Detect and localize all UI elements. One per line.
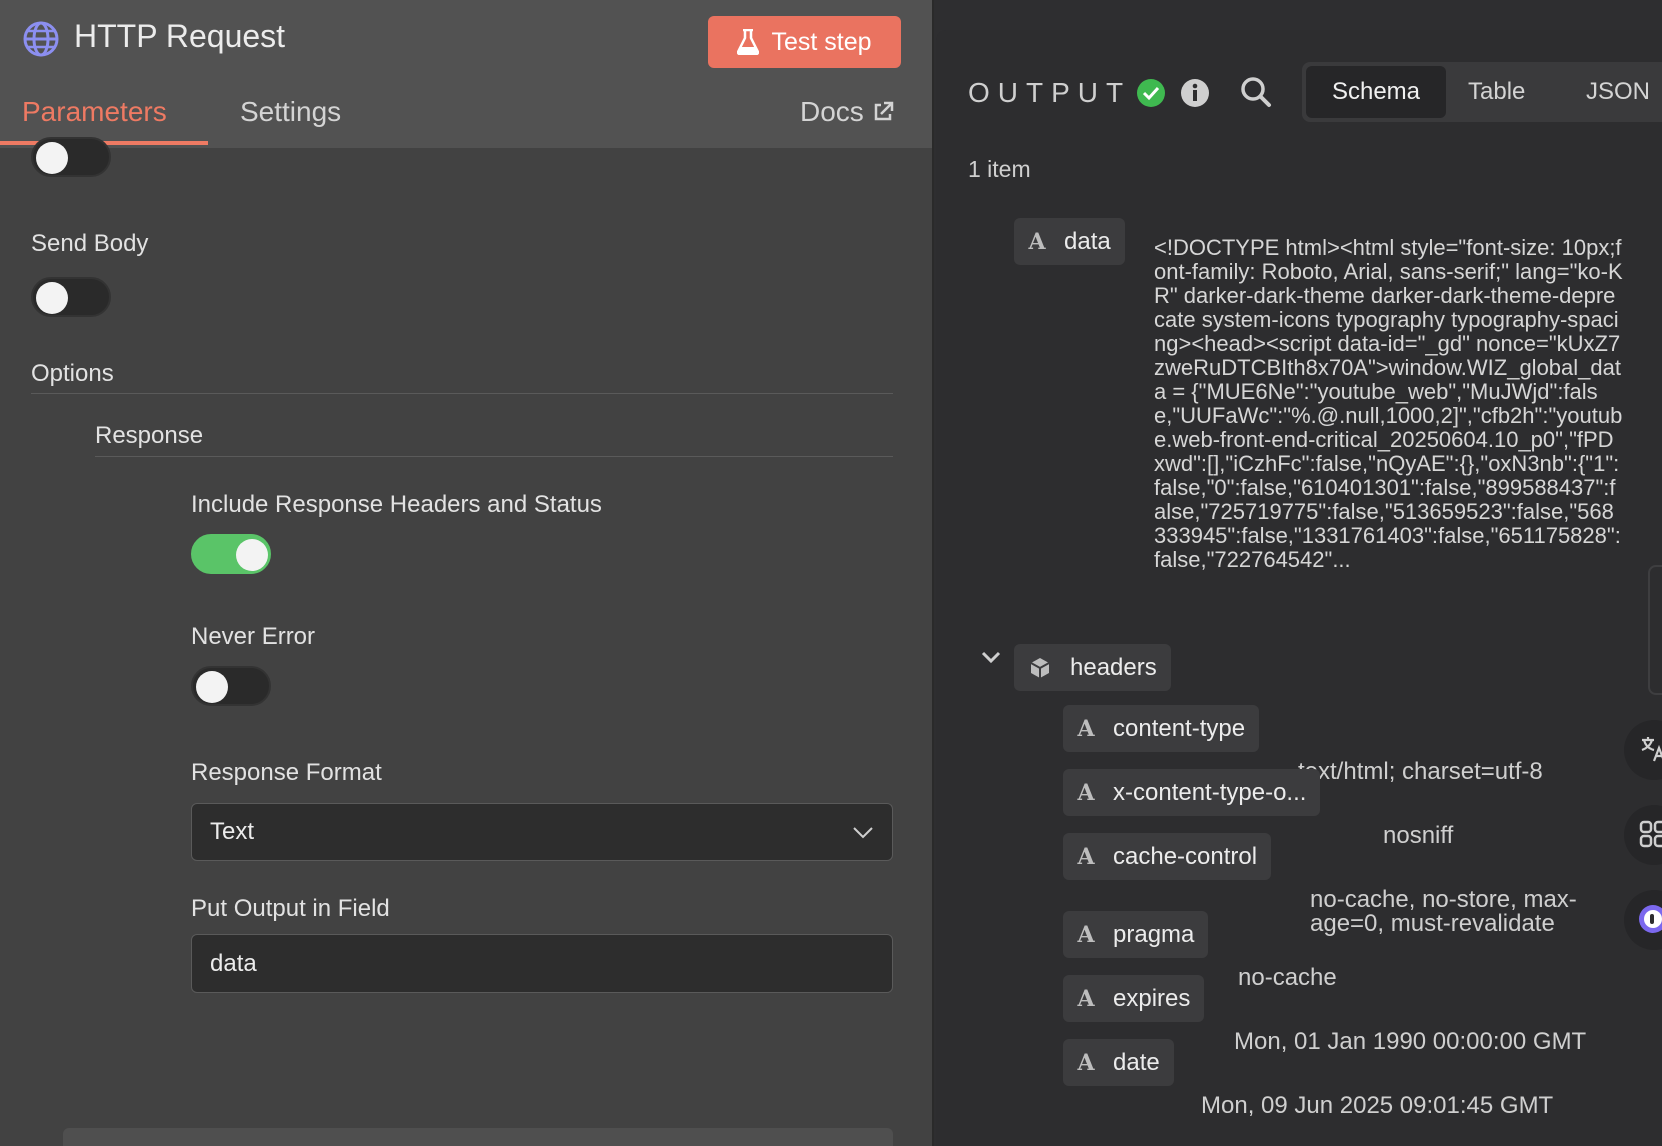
scrollbar[interactable] [1648, 565, 1662, 695]
never-error-toggle[interactable] [191, 666, 271, 706]
include-headers-label: Include Response Headers and Status [191, 491, 602, 518]
assistant-icon [1639, 905, 1662, 933]
tab-table[interactable]: Table [1468, 62, 1525, 122]
field-value: nosniff [1383, 822, 1454, 849]
test-step-label: Test step [771, 27, 872, 56]
output-title: OUTPUT [968, 77, 1132, 108]
string-type-icon: A [1077, 1049, 1095, 1076]
assistant-button[interactable] [1624, 890, 1662, 950]
send-body-toggle[interactable] [31, 277, 111, 317]
tab-settings[interactable]: Settings [240, 96, 341, 128]
field-value: no-cache, no-store, max-age=0, must-reva… [1310, 886, 1577, 937]
string-type-icon: A [1077, 715, 1095, 742]
tab-json[interactable]: JSON [1586, 62, 1650, 122]
node-header: HTTP Request Test step Parameters Settin… [0, 0, 932, 148]
field-value: Mon, 01 Jan 1990 00:00:00 GMT [1234, 1028, 1587, 1055]
field-value: no-cache [1238, 964, 1337, 991]
include-headers-toggle[interactable] [191, 534, 271, 574]
field-key: cache-control [1113, 842, 1258, 870]
output-panel: OUTPUT Schema Table JSON 1 item A data <… [936, 30, 1662, 1146]
flask-icon [737, 29, 760, 55]
node-parameters-panel: HTTP Request Test step Parameters Settin… [0, 0, 934, 1146]
options-label: Options [31, 360, 114, 387]
put-output-field[interactable] [191, 934, 893, 993]
apps-button[interactable] [1624, 805, 1662, 865]
response-divider [95, 456, 893, 457]
translate-button[interactable] [1624, 720, 1662, 780]
field-value: Mon, 09 Jun 2025 09:01:45 GMT [1201, 1092, 1554, 1119]
tab-schema[interactable]: Schema [1306, 66, 1446, 118]
add-option-bar[interactable] [63, 1128, 893, 1146]
chevron-down-icon[interactable] [980, 650, 1002, 666]
field-key: pragma [1113, 920, 1195, 948]
field-pragma[interactable]: A pragma [1063, 911, 1209, 958]
field-key: content-type [1113, 714, 1246, 742]
field-key: data [1064, 227, 1111, 255]
tab-parameters[interactable]: Parameters [22, 96, 167, 128]
string-type-icon: A [1077, 921, 1095, 948]
options-divider [31, 393, 893, 394]
field-data[interactable]: A data [1014, 218, 1125, 265]
field-key: expires [1113, 984, 1191, 1012]
string-type-icon: A [1077, 843, 1095, 870]
info-icon[interactable] [1180, 78, 1210, 108]
string-type-icon: A [1077, 779, 1095, 806]
string-type-icon: A [1077, 985, 1095, 1012]
field-expires[interactable]: A expires [1063, 975, 1205, 1022]
search-icon[interactable] [1240, 76, 1272, 108]
string-type-icon: A [1028, 228, 1046, 255]
toggle-above[interactable] [31, 137, 111, 177]
response-format-select[interactable]: Text [191, 803, 893, 861]
response-label: Response [95, 422, 204, 449]
field-x-content-type-options[interactable]: A x-content-type-o... [1063, 769, 1321, 816]
field-cache-control[interactable]: A cache-control [1063, 833, 1272, 880]
field-data-value: <!DOCTYPE html><html style="font-size: 1… [1154, 235, 1623, 572]
field-headers[interactable]: headers [1014, 644, 1171, 691]
never-error-label: Never Error [191, 623, 316, 650]
view-switcher: Schema Table JSON [1302, 62, 1662, 122]
node-title: HTTP Request [74, 18, 286, 54]
field-key: headers [1070, 653, 1157, 681]
success-check-icon [1137, 79, 1165, 107]
object-type-icon [1030, 657, 1050, 678]
globe-icon [23, 21, 59, 57]
translate-icon [1641, 737, 1662, 762]
docs-link[interactable]: Docs [800, 96, 894, 128]
field-value: text/html; charset=utf-8 [1298, 758, 1543, 785]
field-date[interactable]: A date [1063, 1039, 1174, 1086]
field-key: date [1113, 1048, 1160, 1076]
field-content-type[interactable]: A content-type [1063, 705, 1260, 752]
apps-icon [1639, 820, 1662, 848]
put-output-label: Put Output in Field [191, 895, 390, 922]
chevron-down-icon [853, 827, 873, 839]
field-key: x-content-type-o... [1113, 778, 1307, 806]
response-format-value: Text [210, 818, 255, 845]
item-count: 1 item [968, 156, 1031, 182]
response-format-label: Response Format [191, 759, 382, 786]
docs-label: Docs [800, 96, 864, 127]
test-step-button[interactable]: Test step [708, 16, 901, 68]
send-body-label: Send Body [31, 230, 149, 257]
external-link-icon [874, 101, 894, 121]
